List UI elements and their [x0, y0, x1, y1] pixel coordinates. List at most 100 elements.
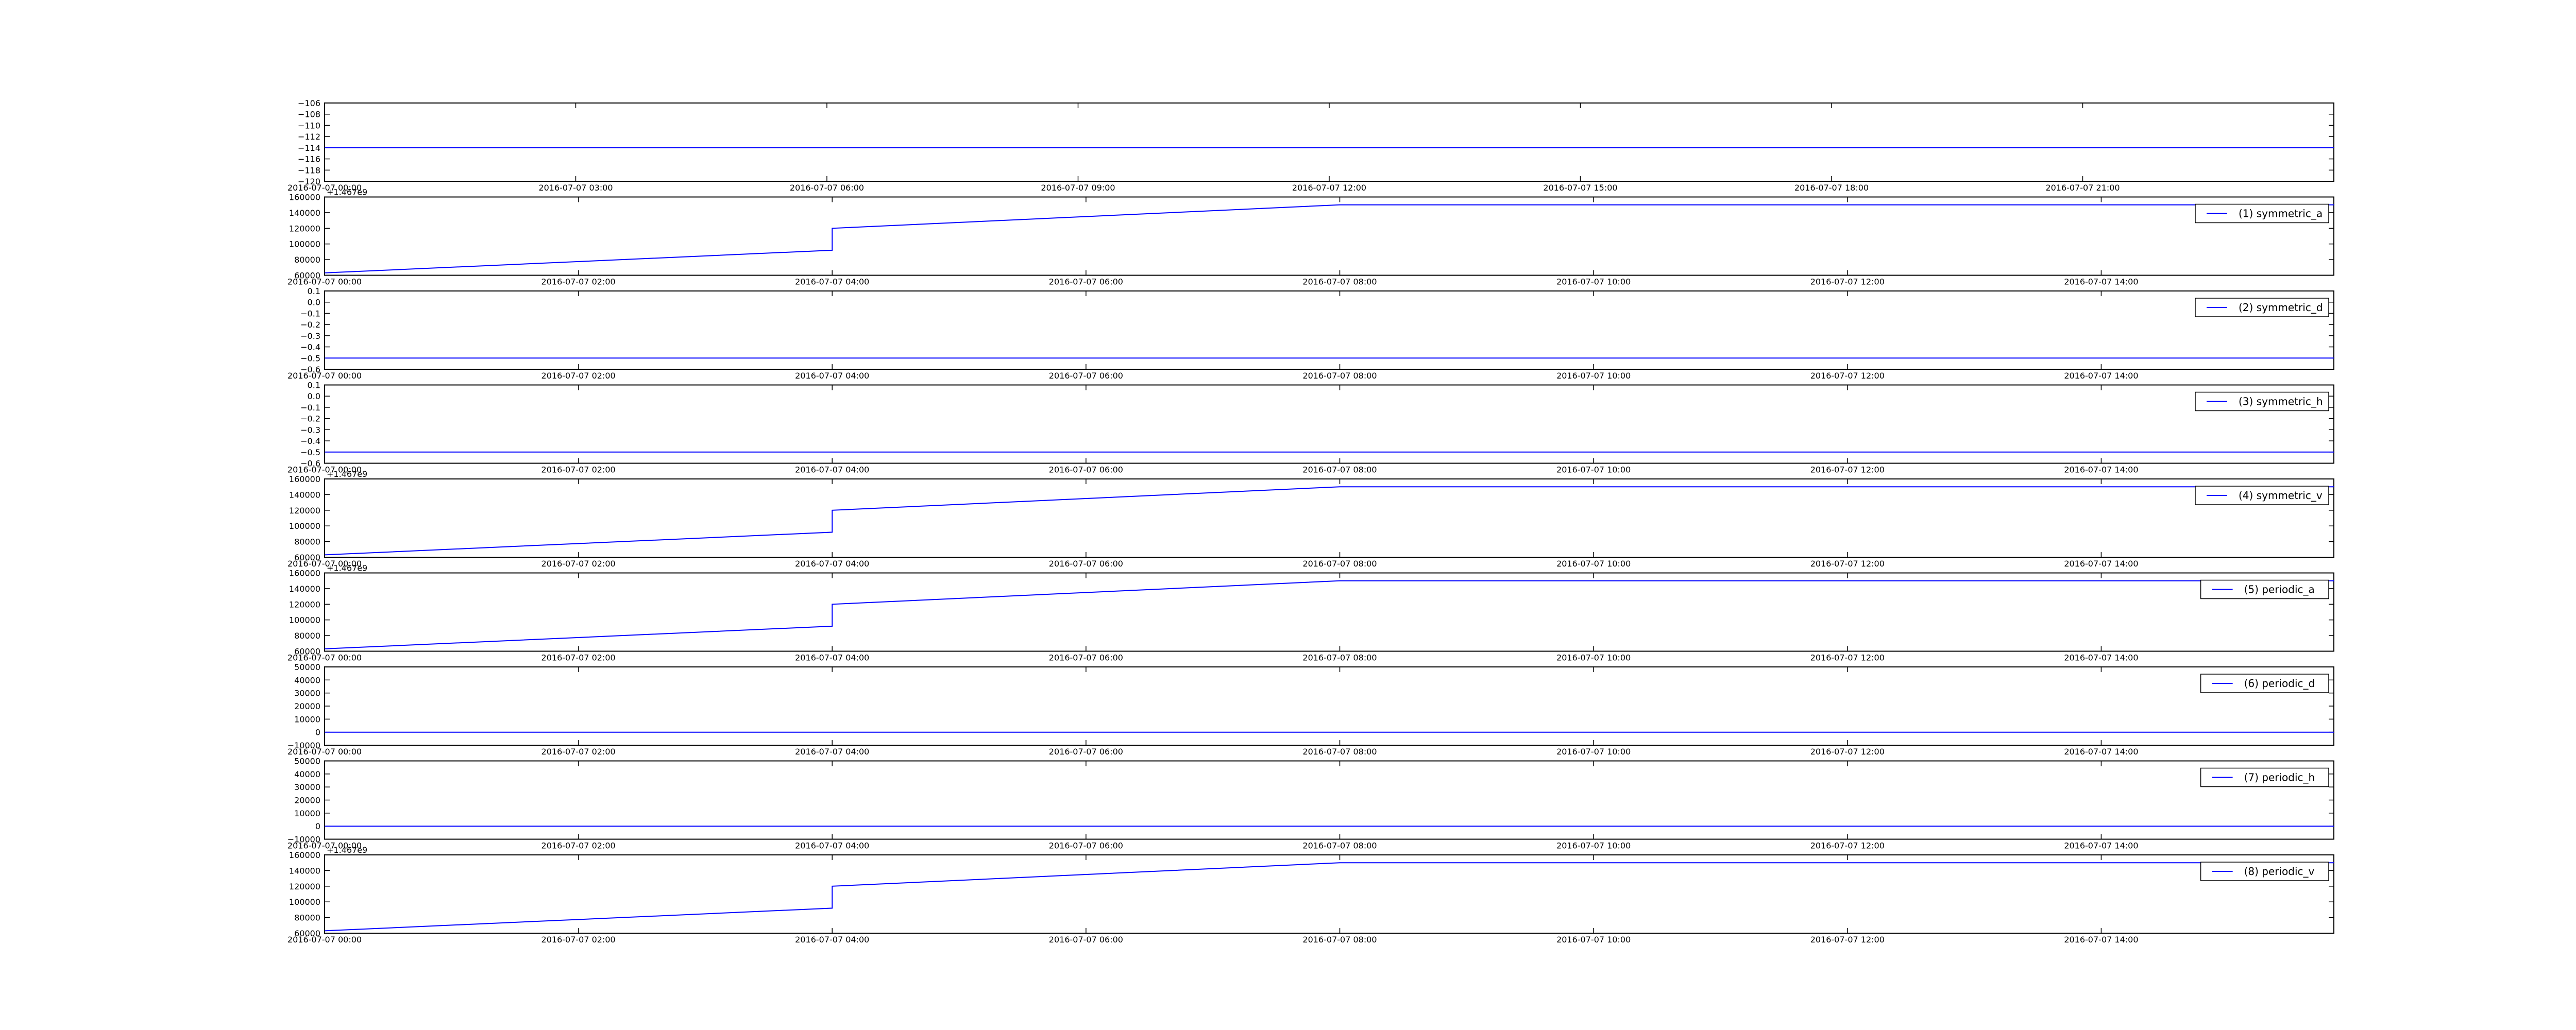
y-tick-label: 160000 — [289, 850, 320, 860]
x-tick-label: 2016-07-07 12:00 — [1810, 653, 1885, 663]
x-tick-label: 2016-07-07 09:00 — [1041, 183, 1115, 193]
x-tick-label: 2016-07-07 10:00 — [1556, 653, 1631, 663]
x-tick-label: 2016-07-07 12:00 — [1810, 747, 1885, 757]
x-tick-label: 2016-07-07 04:00 — [795, 465, 869, 475]
x-tick-label: 2016-07-07 21:00 — [2045, 183, 2120, 193]
x-tick-label: 2016-07-07 08:00 — [1302, 465, 1377, 475]
x-tick-label: 2016-07-07 14:00 — [2064, 653, 2138, 663]
x-tick-label: 2016-07-07 06:00 — [1049, 747, 1123, 757]
x-tick-label: 2016-07-07 02:00 — [541, 559, 616, 569]
x-tick-label: 2016-07-07 12:00 — [1810, 371, 1885, 381]
x-tick-label: 2016-07-07 14:00 — [2064, 747, 2138, 757]
y-tick-label: 160000 — [289, 569, 320, 578]
x-tick-label: 2016-07-07 06:00 — [1049, 935, 1123, 945]
y-tick-label: −0.2 — [300, 414, 320, 424]
y-tick-label: −118 — [298, 165, 320, 175]
x-tick-label: 2016-07-07 02:00 — [541, 653, 616, 663]
x-tick-label: 2016-07-07 12:00 — [1810, 935, 1885, 945]
x-tick-label: 2016-07-07 12:00 — [1810, 841, 1885, 851]
x-tick-label: 2016-07-07 15:00 — [1543, 183, 1617, 193]
x-tick-label: 2016-07-07 10:00 — [1556, 841, 1631, 851]
x-tick-label: 2016-07-07 04:00 — [795, 841, 869, 851]
x-tick-label: 2016-07-07 06:00 — [1049, 653, 1123, 663]
y-tick-label: 10000 — [294, 809, 320, 818]
y-tick-label: 80000 — [294, 913, 320, 923]
x-tick-label: 2016-07-07 02:00 — [541, 465, 616, 475]
y-tick-label: −112 — [298, 132, 320, 142]
y-tick-label: −116 — [298, 154, 320, 164]
legend-label: (7) periodic_h — [2244, 771, 2315, 784]
x-tick-label: 2016-07-07 02:00 — [541, 841, 616, 851]
legend: (4) symmetric_v — [2195, 486, 2329, 505]
x-tick-label: 2016-07-07 10:00 — [1556, 747, 1631, 757]
y-tick-label: 140000 — [289, 490, 320, 500]
x-tick-label: 2016-07-07 04:00 — [795, 747, 869, 757]
y-tick-label: 0 — [315, 728, 320, 737]
y-offset-label: +1.467e9 — [327, 187, 367, 197]
x-tick-label: 2016-07-07 14:00 — [2064, 465, 2138, 475]
y-tick-label: 160000 — [289, 193, 320, 202]
x-tick-label: 2016-07-07 04:00 — [795, 935, 869, 945]
legend: (7) periodic_h — [2200, 767, 2329, 787]
x-tick-label: 2016-07-07 08:00 — [1302, 559, 1377, 569]
x-tick-label: 2016-07-07 14:00 — [2064, 371, 2138, 381]
x-tick-label: 2016-07-07 04:00 — [795, 559, 869, 569]
y-tick-label: −0.3 — [300, 331, 320, 341]
x-tick-label: 2016-07-07 10:00 — [1556, 371, 1631, 381]
y-tick-label: 30000 — [294, 689, 320, 698]
y-tick-label: 140000 — [289, 866, 320, 876]
y-tick-label: 20000 — [294, 701, 320, 711]
legend: (5) periodic_a — [2200, 579, 2329, 599]
x-tick-label: 2016-07-07 14:00 — [2064, 841, 2138, 851]
x-tick-label: 2016-07-07 08:00 — [1302, 371, 1377, 381]
x-tick-label: 2016-07-07 18:00 — [1794, 183, 1869, 193]
x-tick-label: 2016-07-07 04:00 — [795, 371, 869, 381]
x-tick-label: 2016-07-07 04:00 — [795, 653, 869, 663]
legend-label: (4) symmetric_v — [2239, 489, 2323, 502]
y-tick-label: 80000 — [294, 631, 320, 641]
y-tick-label: −0.5 — [300, 448, 320, 457]
x-tick-label: 2016-07-07 06:00 — [1049, 277, 1123, 287]
x-tick-label: 2016-07-07 12:00 — [1810, 277, 1885, 287]
x-tick-label: 2016-07-07 02:00 — [541, 371, 616, 381]
y-tick-label: −114 — [298, 143, 320, 153]
y-tick-label: 80000 — [294, 255, 320, 265]
x-tick-label: 2016-07-07 02:00 — [541, 935, 616, 945]
y-tick-label: 50000 — [294, 662, 320, 672]
x-tick-label: 2016-07-07 08:00 — [1302, 747, 1377, 757]
y-tick-label: −0.3 — [300, 425, 320, 435]
y-tick-label: 10000 — [294, 714, 320, 724]
legend-label: (5) periodic_a — [2244, 583, 2315, 596]
y-tick-label: 40000 — [294, 675, 320, 685]
y-tick-label: −0.5 — [300, 353, 320, 363]
x-tick-label: 2016-07-07 10:00 — [1556, 465, 1631, 475]
y-tick-label: 100000 — [289, 615, 320, 625]
x-tick-label: 2016-07-07 10:00 — [1556, 277, 1631, 287]
legend-label: (1) symmetric_a — [2239, 208, 2323, 220]
y-tick-label: 20000 — [294, 796, 320, 805]
y-tick-label: 80000 — [294, 537, 320, 547]
x-tick-label: 2016-07-07 08:00 — [1302, 935, 1377, 945]
y-tick-label: 0 — [315, 821, 320, 831]
y-tick-label: 160000 — [289, 474, 320, 484]
x-tick-label: 2016-07-07 06:00 — [1049, 559, 1123, 569]
x-tick-label: 2016-07-07 08:00 — [1302, 841, 1377, 851]
y-tick-label: −0.2 — [300, 320, 320, 330]
x-tick-label: 2016-07-07 08:00 — [1302, 653, 1377, 663]
y-tick-label: −106 — [298, 98, 320, 108]
x-tick-label: 2016-07-07 14:00 — [2064, 559, 2138, 569]
y-tick-label: 50000 — [294, 757, 320, 766]
x-tick-label: 2016-07-07 00:00 — [287, 277, 362, 287]
y-tick-label: 0.0 — [308, 391, 320, 401]
y-tick-label: 120000 — [289, 506, 320, 516]
x-tick-label: 2016-07-07 12:00 — [1292, 183, 1366, 193]
stacked-line-chart-figure: −120−118−116−114−112−110−108−1062016-07-… — [0, 0, 2576, 1030]
x-tick-label: 2016-07-07 02:00 — [541, 747, 616, 757]
y-tick-label: 40000 — [294, 769, 320, 779]
y-tick-label: 30000 — [294, 782, 320, 792]
legend-label: (8) periodic_v — [2244, 865, 2315, 878]
legend-label: (2) symmetric_d — [2239, 301, 2323, 314]
x-tick-label: 2016-07-07 06:00 — [790, 183, 864, 193]
x-tick-label: 2016-07-07 14:00 — [2064, 277, 2138, 287]
legend: (2) symmetric_d — [2195, 298, 2329, 317]
